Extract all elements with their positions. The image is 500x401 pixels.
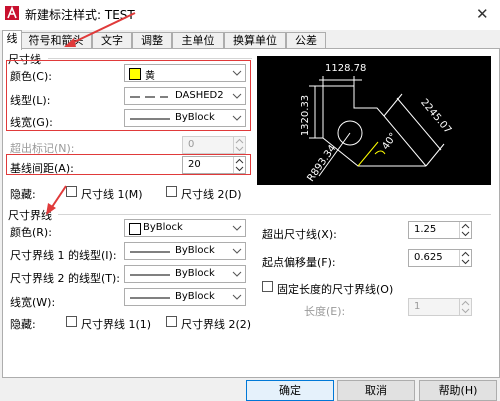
window-title: 新建标注样式: TEST — [25, 8, 135, 22]
solid-line-sample — [130, 297, 170, 299]
solid-line-sample — [130, 118, 170, 120]
lineweight-value: ByBlock — [175, 112, 215, 123]
extline1-linetype-select[interactable]: ByBlock — [124, 242, 246, 260]
spinner-arrows-icon[interactable] — [233, 137, 245, 153]
spinner-arrows-icon[interactable] — [459, 222, 471, 238]
ext-lineweight-label: 线宽(W): — [10, 296, 56, 309]
ext-lineweight-value: ByBlock — [175, 291, 215, 302]
solid-line-sample — [130, 251, 170, 253]
length-label: 长度(E): — [304, 305, 346, 318]
dimline-suppress-label: 隐藏: — [10, 188, 36, 201]
suppress-dimline-1-label: 尺寸线 1(M) — [81, 188, 143, 201]
extline2-linetype-select[interactable]: ByBlock — [124, 265, 246, 283]
chevron-down-icon — [232, 248, 242, 254]
group-divider — [58, 214, 491, 215]
solid-line-sample — [130, 274, 170, 276]
chevron-down-icon — [232, 115, 242, 121]
close-icon[interactable]: ✕ — [476, 5, 489, 23]
color-value: 黄 — [145, 71, 155, 82]
tab-alternate-units[interactable]: 换算单位 — [224, 32, 286, 49]
color-swatch — [129, 68, 141, 80]
preview-dim-top: 1128.78 — [325, 63, 367, 74]
suppress-extline-1-label: 尺寸界线 1(1) — [81, 318, 152, 331]
tab-lines[interactable]: 线 — [2, 30, 22, 50]
chevron-down-icon — [232, 271, 242, 277]
ext-lt2-label: 尺寸界线 2 的线型(T): — [10, 272, 120, 285]
ok-button[interactable]: 确定 — [246, 380, 334, 401]
cancel-button[interactable]: 取消 — [337, 380, 415, 401]
baseline-spacing-label: 基线间距(A): — [10, 162, 74, 175]
autocad-app-icon — [5, 6, 19, 20]
dashed-line-sample — [130, 96, 168, 98]
extend-beyond-dimlines-input[interactable]: 1.25 — [408, 221, 472, 239]
spinner-arrows-icon[interactable] — [459, 250, 471, 266]
fixed-length-label: 固定长度的尺寸界线(O) — [277, 283, 394, 296]
extend-beyond-ticks-input[interactable]: 0 — [182, 136, 246, 154]
spinner-arrows-icon[interactable] — [459, 299, 471, 315]
chevron-down-icon — [232, 294, 242, 300]
lt2-value: ByBlock — [175, 268, 215, 279]
tab-fit[interactable]: 调整 — [132, 32, 172, 49]
ext-color-value: ByBlock — [143, 222, 183, 233]
extend-value: 0 — [188, 139, 195, 150]
tab-symbols-arrows[interactable]: 符号和箭头 — [20, 32, 92, 49]
preview-drawing — [309, 76, 445, 177]
tab-text[interactable]: 文字 — [92, 32, 132, 49]
offset-from-origin-label: 起点偏移量(F): — [262, 256, 336, 269]
color-swatch — [129, 223, 141, 235]
extline-suppress-label: 隐藏: — [10, 318, 36, 331]
lineweight-label: 线宽(G): — [10, 116, 53, 129]
suppress-extline-2-label: 尺寸界线 2(2) — [181, 318, 252, 331]
tab-tolerances[interactable]: 公差 — [286, 32, 326, 49]
suppress-extline-2-checkbox[interactable] — [166, 316, 177, 327]
spinner-arrows-icon[interactable] — [233, 157, 245, 173]
suppress-dimline-2-checkbox[interactable] — [166, 186, 177, 197]
chevron-down-icon — [232, 70, 242, 76]
baseline-spacing-input[interactable]: 20 — [182, 156, 246, 174]
extline-lineweight-select[interactable]: ByBlock — [124, 288, 246, 306]
fixed-length-checkbox[interactable] — [262, 281, 273, 292]
linetype-value: DASHED2 — [175, 90, 224, 101]
group-divider — [48, 58, 252, 59]
chevron-down-icon — [232, 225, 242, 231]
lt1-value: ByBlock — [175, 245, 215, 256]
chevron-down-icon — [232, 93, 242, 99]
tab-primary-units[interactable]: 主单位 — [172, 32, 224, 49]
offset-from-origin-input[interactable]: 0.625 — [408, 249, 472, 267]
extline-color-select[interactable]: ByBlock — [124, 219, 246, 237]
group-ext-lines-label: 尺寸界线 — [8, 209, 52, 222]
offset-value: 0.625 — [414, 252, 443, 263]
tab-strip: 线 符号和箭头 文字 调整 主单位 换算单位 公差 — [0, 30, 500, 50]
linetype-label: 线型(L): — [10, 94, 51, 107]
suppress-dimline-1-checkbox[interactable] — [66, 186, 77, 197]
preview-canvas: 1128.78 1320.33 2245.07 40° R893.34 — [257, 56, 491, 185]
preview-dim-left: 1320.33 — [300, 94, 312, 137]
length-value: 1 — [414, 301, 421, 312]
color-label: 颜色(C): — [10, 70, 52, 83]
dimline-color-select[interactable]: 黄 — [124, 64, 246, 82]
ext-color-label: 颜色(R): — [10, 226, 52, 239]
extend-beyond-dimlines-label: 超出尺寸线(X): — [262, 228, 337, 241]
suppress-extline-1-checkbox[interactable] — [66, 316, 77, 327]
beyond-value: 1.25 — [414, 224, 437, 235]
suppress-dimline-2-label: 尺寸线 2(D) — [181, 188, 242, 201]
help-button[interactable]: 帮助(H) — [419, 380, 497, 401]
spacing-value: 20 — [188, 159, 201, 170]
dimline-linetype-select[interactable]: DASHED2 — [124, 87, 246, 105]
ext-lt1-label: 尺寸界线 1 的线型(I): — [10, 249, 117, 262]
fixed-length-input[interactable]: 1 — [408, 298, 472, 316]
dimline-lineweight-select[interactable]: ByBlock — [124, 109, 246, 127]
